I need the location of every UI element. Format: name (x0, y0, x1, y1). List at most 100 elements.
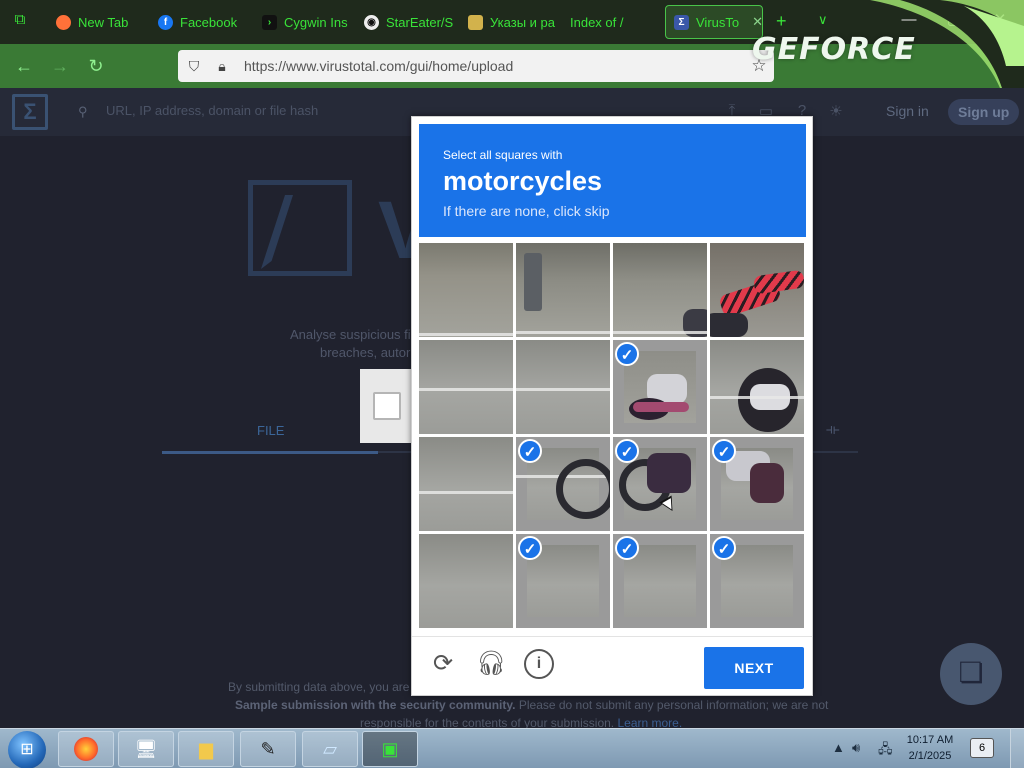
grid-tile-11[interactable]: ✓ (613, 437, 707, 531)
image-grid: ✓ ✓ ✓ ✓ ✓ ✓ ✓ (419, 243, 806, 630)
virustotal-icon: Σ (674, 14, 689, 30)
grid-tile-9[interactable] (419, 437, 513, 531)
theme-toggle-icon[interactable]: ☀ (826, 102, 846, 122)
grid-tile-5[interactable] (419, 340, 513, 434)
tray-expand-icon[interactable]: ▲ (832, 740, 845, 755)
search-input[interactable]: URL, IP address, domain or file hash (106, 103, 318, 118)
new-tab-icon[interactable]: + (776, 12, 787, 30)
github-icon: ◉ (364, 14, 379, 30)
pen-icon: ✎ (260, 739, 276, 759)
footer-line2: Sample submission with the security comm… (235, 698, 828, 712)
checkmark-icon: ✓ (712, 439, 736, 463)
footer-bold-text: Sample submission with the security comm… (235, 698, 516, 712)
clock-time: 10:17 AM (906, 734, 954, 746)
grid-tile-8[interactable] (710, 340, 804, 434)
learn-more-link[interactable]: Learn more. (617, 716, 682, 728)
tab-index-of[interactable]: Index of / (562, 5, 658, 39)
grid-tile-4[interactable] (710, 243, 804, 337)
grid-tile-16[interactable]: ✓ (710, 534, 804, 628)
checkmark-icon: ✓ (518, 439, 542, 463)
grid-tile-2[interactable] (516, 243, 610, 337)
show-desktop-button[interactable] (1010, 729, 1024, 768)
drive-icon: ▱ (323, 739, 337, 759)
close-tab-icon[interactable]: ✕ (752, 14, 762, 30)
grid-tile-7[interactable]: ✓ (613, 340, 707, 434)
back-arrow-icon[interactable]: ← (12, 54, 36, 78)
folder-icon: ▆ (199, 739, 213, 759)
info-icon[interactable]: i (524, 649, 554, 679)
grid-tile-14[interactable]: ✓ (516, 534, 610, 628)
notification-badge[interactable]: 6 (970, 738, 994, 758)
reload-challenge-icon[interactable]: ⟳ (428, 649, 458, 679)
chat-icon: ❏ (958, 657, 984, 688)
tab-label: Facebook (180, 14, 238, 30)
checkmark-icon: ✓ (615, 536, 639, 560)
address-bar[interactable]: ⛉ 🔒︎ https://www.virustotal.com/gui/home… (178, 50, 774, 82)
checkmark-icon: ✓ (712, 536, 736, 560)
challenge-instruction: Select all squares with (443, 148, 563, 162)
checkmark-icon: ✓ (615, 439, 639, 463)
chat-button[interactable]: ❏ (940, 643, 1002, 705)
reload-icon[interactable]: ↻ (84, 54, 108, 78)
tab-ukazy[interactable]: Указы и ра (460, 5, 560, 39)
taskbar-remote-desktop[interactable]: 🖥︎ (118, 731, 174, 767)
checkmark-icon: ✓ (518, 536, 542, 560)
geforce-wordmark: GEFORCE (752, 32, 916, 67)
url-text[interactable]: https://www.virustotal.com/gui/home/uplo… (244, 58, 744, 74)
shield-icon[interactable]: ⛉ (182, 58, 206, 75)
remote-desktop-icon: 🖥︎ (134, 739, 158, 759)
sign-in-link[interactable]: Sign in (886, 103, 929, 119)
forward-arrow-icon[interactable]: → (48, 54, 72, 78)
terminal-icon: ▣ (381, 739, 399, 759)
tab-label: Указы и ра (490, 14, 555, 30)
grid-tile-13[interactable] (419, 534, 513, 628)
taskbar-virtual-drive[interactable]: ▱ (302, 731, 358, 767)
system-clock[interactable]: 10:17 AM 2/1/2025 (902, 732, 958, 764)
grid-tile-1[interactable] (419, 243, 513, 337)
tab-label: Cygwin Ins (284, 14, 348, 30)
tab-label: New Tab (78, 14, 129, 30)
taskbar-explorer[interactable]: ▆ (178, 731, 234, 767)
dumbbell-icon[interactable]: ⟛ (826, 421, 840, 438)
clock-date: 2/1/2025 (908, 750, 952, 762)
grid-tile-6[interactable] (516, 340, 610, 434)
grid-tile-12[interactable]: ✓ (710, 437, 804, 531)
volume-icon[interactable]: 🔊︎ (852, 740, 860, 756)
tab-github[interactable]: ◉ StarEater/S (356, 5, 456, 39)
minimize-icon[interactable]: — (897, 8, 921, 32)
challenge-target: motorcycles (443, 166, 603, 196)
grid-tile-10[interactable]: ✓ (516, 437, 610, 531)
tab-overview-icon[interactable]: ⧉ (8, 8, 32, 32)
windows-taskbar: ⊞ 🖥︎ ▆ ✎ ▱ ▣ ▲ 🔊︎ 🖧 10:17 AM 2/1/2025 6 (0, 728, 1024, 768)
network-icon[interactable]: 🖧 (878, 740, 893, 762)
sign-up-button[interactable]: Sign up (948, 99, 1020, 125)
grid-tile-3[interactable] (613, 243, 707, 337)
taskbar-pen-tool[interactable]: ✎ (240, 731, 296, 767)
maximize-icon[interactable]: ▢ (942, 8, 966, 32)
footer-line3: responsible for the contents of your sub… (360, 716, 682, 728)
taskbar-terminal[interactable]: ▣ (362, 731, 418, 767)
search-icon: ⚲ (78, 104, 88, 119)
windows-logo-icon: ⊞ (20, 741, 34, 758)
hero-description-line2: breaches, autor (320, 345, 411, 360)
start-button[interactable]: ⊞ (8, 731, 46, 768)
taskbar-firefox[interactable] (58, 731, 114, 767)
tab-facebook[interactable]: f Facebook (150, 5, 248, 39)
next-button[interactable]: NEXT (704, 647, 804, 689)
grid-tile-15[interactable]: ✓ (613, 534, 707, 628)
virustotal-logo[interactable]: Σ (12, 94, 48, 130)
coat-of-arms-icon (468, 14, 483, 30)
audio-challenge-icon[interactable]: 🎧︎ (476, 649, 506, 679)
tab-file[interactable]: FILE (257, 423, 284, 438)
chevron-down-icon[interactable]: ∨ (818, 12, 828, 28)
lock-icon[interactable]: 🔒︎ (210, 58, 234, 75)
tab-label: StarEater/S (386, 14, 454, 30)
tab-virustotal[interactable]: Σ VirusTo ✕ (665, 5, 763, 39)
tab-new-tab[interactable]: New Tab (48, 5, 140, 39)
hero-description-line1: Analyse suspicious fil (290, 327, 414, 342)
close-window-icon[interactable]: ✕ (988, 8, 1012, 32)
challenge-hint: If there are none, click skip (443, 203, 610, 219)
tab-cygwin[interactable]: › Cygwin Ins (254, 5, 352, 39)
recaptcha-challenge: Select all squares with motorcycles If t… (411, 116, 813, 696)
recaptcha-checkbox[interactable] (373, 392, 401, 420)
